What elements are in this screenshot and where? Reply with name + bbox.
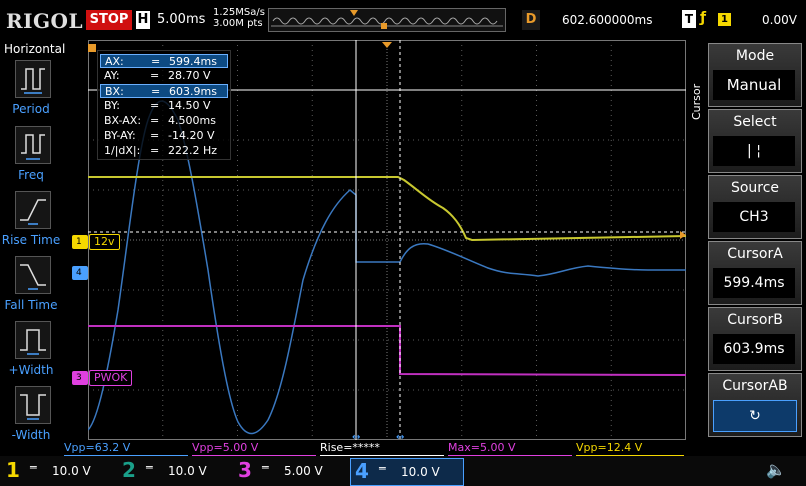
channel-scale: 10.0 V <box>168 464 207 478</box>
channel-2-status[interactable]: 2 ═ 10.0 V <box>118 458 230 484</box>
readout-row-freq: 1/|dX|: = 222.2 Hz <box>104 144 218 157</box>
dc-coupling-icon: ═ <box>379 462 386 475</box>
top-status-bar: RIGOL STOP H 5.00ms 1.25MSa/s 3.00M pts … <box>0 0 806 40</box>
menu-vertical-title: Cursor <box>690 83 703 120</box>
trigger-source: 1 <box>718 13 731 26</box>
memory-overview-strip[interactable] <box>268 8 506 32</box>
trigger-slope-icon: ƒ <box>700 10 707 26</box>
trigger-position-marker <box>350 10 358 16</box>
readout-row-dy: BY-AY: = -14.20 V <box>104 129 215 142</box>
measure-plus-width-button[interactable]: +Width <box>0 321 62 381</box>
minus-width-label: -Width <box>11 428 51 442</box>
measurement-item[interactable]: Vpp=5.00 V <box>192 441 316 456</box>
select-softkey[interactable]: Select | ¦ <box>708 109 802 173</box>
ch3-marker: 3 <box>72 371 88 385</box>
dc-coupling-icon: ═ <box>146 461 153 474</box>
channel-number: 1 <box>6 458 20 482</box>
cursor-ab-label: CursorAB <box>722 378 788 394</box>
period-label: Period <box>12 102 50 116</box>
memory-depth: 3.00M pts <box>213 18 263 29</box>
readout-row-ax: AX: = 599.4ms <box>100 54 228 68</box>
freq-icon <box>15 126 51 164</box>
run-stop-status[interactable]: STOP <box>86 10 132 30</box>
rise-time-icon <box>15 191 51 229</box>
readout-row-dx: BX-AX: = 4.500ms <box>104 114 216 127</box>
cursor-menu-panel: Mode Manual Select | ¦ Source CH3 Cursor… <box>706 40 806 456</box>
panel-title: Horizontal <box>4 42 66 56</box>
select-label: Select <box>733 114 777 130</box>
measure-minus-width-button[interactable]: -Width <box>0 386 62 446</box>
horizontal-measure-panel: Horizontal Period Freq Rise Time Fall Ti… <box>0 40 66 456</box>
fall-time-label: Fall Time <box>4 298 58 312</box>
measure-fall-time-button[interactable]: Fall Time <box>0 256 62 316</box>
channel-1-status[interactable]: 1 ═ 10.0 V <box>2 458 114 484</box>
select-value: | ¦ <box>713 136 795 166</box>
measurement-item[interactable]: Rise=***** <box>320 441 444 456</box>
measurement-item[interactable]: Vpp=12.4 V <box>576 441 684 456</box>
readout-row-ay: AY: = 28.70 V <box>104 69 211 82</box>
brand-logo: RIGOL <box>6 9 84 33</box>
cursor-a-label: CursorA <box>727 246 783 262</box>
source-value: CH3 <box>713 202 795 232</box>
ch1-marker: 1 <box>72 235 88 249</box>
readout-row-bx: BX: = 603.9ms <box>100 84 228 98</box>
channel-3-status[interactable]: 3 ═ 5.00 V <box>234 458 346 484</box>
channel-status-bar: 1 ═ 10.0 V 2 ═ 10.0 V 3 ═ 5.00 V 4 ═ 10.… <box>0 456 806 486</box>
minus-width-icon <box>15 386 51 424</box>
cursor-a-value: 599.4ms <box>713 268 795 298</box>
measurement-item[interactable]: Max=5.00 V <box>448 441 572 456</box>
channel-number: 2 <box>122 458 136 482</box>
speaker-icon[interactable]: 🔈 <box>766 460 786 479</box>
freq-label: Freq <box>18 168 44 182</box>
rise-time-label: Rise Time <box>1 233 61 247</box>
channel-scale: 10.0 V <box>52 464 91 478</box>
channel-number: 3 <box>238 458 252 482</box>
trigger-label: T <box>682 10 696 28</box>
trigger-info[interactable]: T ƒ 1 0.00V <box>682 8 802 32</box>
plus-width-label: +Width <box>8 363 54 377</box>
dc-coupling-icon: ═ <box>262 461 269 474</box>
plus-width-icon <box>15 321 51 359</box>
horizontal-label: H <box>136 11 150 29</box>
mode-value: Manual <box>713 70 795 100</box>
cursor-readout-table: AX: = 599.4ms AY: = 28.70 V BX: = 603.9ms BY: =… <box>97 50 231 160</box>
measure-period-button[interactable]: Period <box>0 60 62 120</box>
cursor-b-label: CursorB <box>727 312 783 328</box>
measure-rise-time-button[interactable]: Rise Time <box>0 191 62 251</box>
ch1-label-tag: 12v <box>89 234 120 250</box>
cursor-a-arrow-icon: ↔ <box>352 432 360 440</box>
cursor-b-value: 603.9ms <box>713 334 795 364</box>
ch4-marker: 4 <box>72 266 88 280</box>
timebase-value[interactable]: 5.00ms <box>157 12 205 27</box>
period-icon <box>15 60 51 98</box>
measurement-bar: Vpp=63.2 V Vpp=5.00 V Rise=***** Max=5.0… <box>62 440 686 456</box>
fall-time-icon <box>15 256 51 294</box>
acquisition-info: 1.25MSa/s 3.00M pts <box>213 7 265 29</box>
dc-coupling-icon: ═ <box>30 461 37 474</box>
mode-softkey[interactable]: Mode Manual <box>708 43 802 107</box>
measure-freq-button[interactable]: Freq <box>0 126 62 186</box>
sample-rate: 1.25MSa/s <box>213 7 265 18</box>
trigger-offset-marker <box>88 44 96 52</box>
memory-waveform-icon <box>271 10 503 29</box>
channel-number: 4 <box>355 459 369 483</box>
delay-label: D <box>522 10 540 30</box>
source-label: Source <box>730 180 780 196</box>
delay-value[interactable]: 602.600000ms <box>562 13 652 27</box>
trigger-level: 0.00V <box>762 13 797 27</box>
measurement-item[interactable]: Vpp=63.2 V <box>64 441 188 456</box>
ch3-label-tag: PWOK <box>89 370 133 386</box>
mode-label: Mode <box>735 48 775 64</box>
cursor-ab-softkey[interactable]: CursorAB ↻ <box>708 373 802 437</box>
channel-scale: 10.0 V <box>401 465 440 479</box>
channel-4-status[interactable]: 4 ═ 10.0 V <box>350 458 464 486</box>
channel-scale: 5.00 V <box>284 464 323 478</box>
cursor-b-arrow-icon: ↔ <box>396 432 404 440</box>
readout-row-by: BY: = 14.50 V <box>104 99 211 112</box>
cycle-icon: ↻ <box>713 400 797 432</box>
cursor-a-softkey[interactable]: CursorA 599.4ms <box>708 241 802 305</box>
source-softkey[interactable]: Source CH3 <box>708 175 802 239</box>
cursor-b-softkey[interactable]: CursorB 603.9ms <box>708 307 802 371</box>
